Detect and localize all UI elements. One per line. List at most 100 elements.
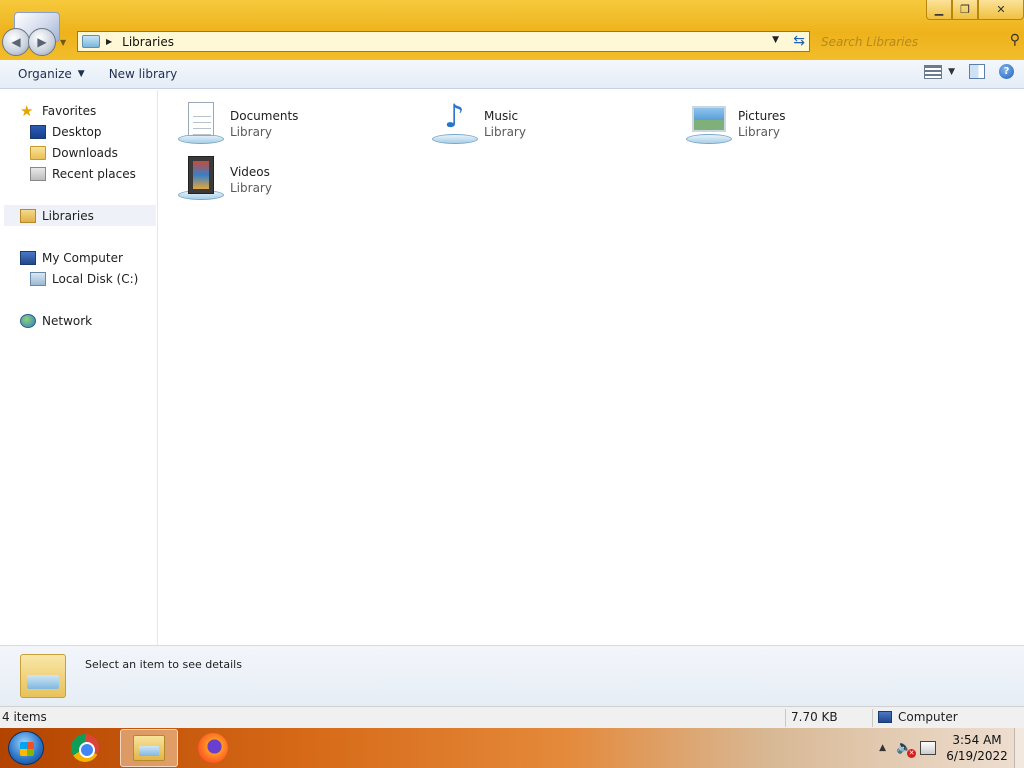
window-controls: ▁ ❐ ✕ <box>926 0 1024 20</box>
command-bar: Organize ▼ New library ▼ ? <box>0 60 1024 89</box>
help-icon[interactable]: ? <box>999 64 1014 79</box>
breadcrumb-libraries[interactable]: Libraries <box>122 35 174 49</box>
videos-library-icon <box>176 152 226 202</box>
total-size: 7.70 KB <box>791 710 838 724</box>
back-button[interactable]: ◀ <box>2 28 30 56</box>
recent-places-icon <box>30 166 46 181</box>
view-controls: ▼ ? <box>924 64 1014 79</box>
close-button[interactable]: ✕ <box>978 0 1024 20</box>
downloads-folder-icon <box>30 145 46 160</box>
taskbar-firefox[interactable] <box>184 729 242 767</box>
nav-item-desktop[interactable]: Desktop <box>30 121 102 142</box>
address-dropdown-icon[interactable]: ▼ <box>772 35 779 45</box>
preview-pane-icon[interactable] <box>969 64 985 79</box>
nav-label: My Computer <box>42 250 123 265</box>
file-list: Documents Library ♪ Music Library Pictur… <box>160 90 1024 645</box>
chevron-down-icon: ▼ <box>77 69 85 79</box>
windows-logo-icon <box>20 742 34 756</box>
address-bar[interactable]: ▶ Libraries ▼ ⇆ <box>77 31 810 52</box>
navigation-buttons: ◀ ▶ ▼ <box>2 12 74 56</box>
status-divider <box>872 709 873 727</box>
details-message: Select an item to see details <box>85 658 242 671</box>
navigation-pane: ★ Favorites Desktop Downloads Recent pla… <box>0 90 158 645</box>
firefox-icon <box>198 733 228 763</box>
music-library-icon: ♪ <box>430 96 480 146</box>
forward-arrow-icon: ▶ <box>37 35 47 49</box>
library-music[interactable]: ♪ Music Library <box>430 96 680 146</box>
chrome-icon <box>71 734 99 762</box>
clock-date: 6/19/2022 <box>946 749 1008 763</box>
nav-label: Favorites <box>42 103 97 118</box>
library-name: Videos <box>230 165 270 179</box>
status-divider <box>785 709 786 727</box>
library-pictures[interactable]: Pictures Library <box>684 96 934 146</box>
search-icon[interactable]: ⚲ <box>1010 32 1020 48</box>
network-status-icon[interactable] <box>920 741 936 755</box>
search-box[interactable]: Search Libraries ⚲ <box>818 31 1024 52</box>
location-indicator: Computer <box>878 710 958 724</box>
breadcrumb-arrow-icon[interactable]: ▶ <box>106 37 112 46</box>
search-input[interactable]: Search Libraries <box>821 35 918 49</box>
refresh-icon[interactable]: ⇆ <box>793 33 805 49</box>
library-name: Pictures <box>738 109 786 123</box>
status-bar: 4 items 7.70 KB Computer <box>0 706 1024 728</box>
library-name: Documents <box>230 109 299 123</box>
change-view-icon[interactable] <box>924 64 943 79</box>
system-tray: ▲ 🔈 ✕ 3:54 AM 6/19/2022 <box>879 728 1024 768</box>
volume-muted-icon[interactable]: 🔈 ✕ <box>896 741 916 758</box>
taskbar-explorer[interactable] <box>120 729 178 767</box>
clock-time: 3:54 AM <box>952 733 1002 747</box>
nav-label: Recent places <box>52 166 136 181</box>
organize-button[interactable]: Organize ▼ <box>8 63 95 85</box>
libraries-folder-icon <box>20 654 66 698</box>
nav-item-network[interactable]: Network <box>20 310 92 331</box>
taskbar-chrome[interactable] <box>56 729 114 767</box>
library-videos[interactable]: Videos Library <box>176 152 426 202</box>
maximize-button[interactable]: ❐ <box>952 0 978 20</box>
nav-label: Network <box>42 313 93 328</box>
new-library-label: New library <box>108 67 178 81</box>
nav-label: Downloads <box>52 145 118 160</box>
nav-item-downloads[interactable]: Downloads <box>30 142 118 163</box>
desktop-icon <box>30 124 46 139</box>
library-type: Library <box>230 125 272 139</box>
nav-label: Desktop <box>52 124 102 139</box>
show-desktop-button[interactable] <box>1014 728 1024 768</box>
back-arrow-icon: ◀ <box>11 35 21 49</box>
library-type: Library <box>230 181 272 195</box>
library-type: Library <box>738 125 780 139</box>
recent-pages-dropdown[interactable]: ▼ <box>60 38 66 47</box>
nav-label: Local Disk (C:) <box>52 271 139 286</box>
star-icon: ★ <box>20 101 34 120</box>
clock[interactable]: 3:54 AM 6/19/2022 <box>946 732 1008 764</box>
nav-item-favorites[interactable]: ★ Favorites <box>20 100 96 121</box>
nav-item-recent-places[interactable]: Recent places <box>30 163 136 184</box>
library-type: Library <box>484 125 526 139</box>
library-name: Music <box>484 109 519 123</box>
computer-icon <box>878 711 892 723</box>
details-pane: Select an item to see details <box>0 645 1024 706</box>
libraries-folder-icon <box>82 35 100 48</box>
view-options-dropdown-icon[interactable]: ▼ <box>948 67 955 77</box>
hard-disk-icon <box>30 271 46 286</box>
nav-item-libraries[interactable]: Libraries <box>4 205 156 226</box>
computer-icon <box>20 250 36 265</box>
location-label: Computer <box>898 710 958 724</box>
nav-item-my-computer[interactable]: My Computer <box>20 247 123 268</box>
pictures-library-icon <box>684 96 734 146</box>
documents-library-icon <box>176 96 226 146</box>
nav-item-local-disk[interactable]: Local Disk (C:) <box>30 268 138 289</box>
library-documents[interactable]: Documents Library <box>176 96 426 146</box>
network-icon <box>20 313 36 328</box>
nav-label: Libraries <box>42 208 94 223</box>
show-hidden-icons-icon[interactable]: ▲ <box>879 743 886 753</box>
minimize-button[interactable]: ▁ <box>926 0 952 20</box>
libraries-icon <box>20 208 36 223</box>
start-button[interactable] <box>8 731 44 765</box>
new-library-button[interactable]: New library <box>99 63 188 85</box>
file-explorer-icon <box>133 735 165 761</box>
item-count: 4 items <box>2 710 47 724</box>
taskbar: ▲ 🔈 ✕ 3:54 AM 6/19/2022 <box>0 728 1024 768</box>
forward-button[interactable]: ▶ <box>28 28 56 56</box>
organize-label: Organize <box>18 67 72 81</box>
